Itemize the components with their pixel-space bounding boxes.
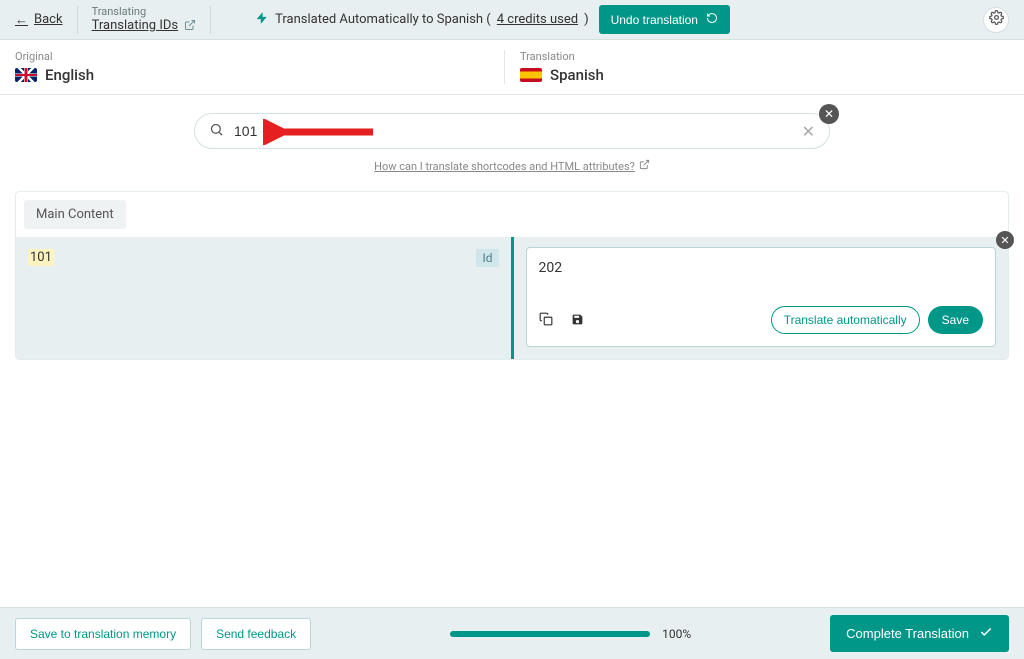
language-row: Original English Translation Spanish (0, 40, 1024, 95)
footer-bar: Save to translation memory Send feedback… (0, 607, 1024, 659)
title-main[interactable]: Translating IDs (92, 18, 197, 34)
clear-search-button[interactable]: ✕ (802, 122, 815, 141)
save-disk-icon[interactable] (571, 311, 584, 330)
translation-input[interactable]: 202 (539, 260, 984, 300)
check-icon (979, 625, 993, 642)
original-language-col: Original English (15, 50, 504, 84)
gear-icon (989, 10, 1004, 29)
divider (210, 6, 211, 34)
title-block: Translating Translating IDs (92, 5, 197, 34)
settings-button[interactable] (983, 7, 1009, 33)
search-box: ✕ ✕ (194, 113, 830, 149)
close-search-badge[interactable]: ✕ (819, 104, 839, 124)
translation-editor: 202 Translate automatically Save (526, 247, 997, 347)
section-main-content[interactable]: Main Content (24, 200, 126, 229)
undo-translation-button[interactable]: Undo translation (599, 5, 730, 34)
auto-text-prefix: Translated Automatically to Spanish ( (275, 12, 491, 27)
save-button[interactable]: Save (928, 306, 983, 334)
content-panel: Main Content 101 Id ✕ 202 (15, 191, 1009, 360)
original-label: Original (15, 50, 504, 63)
source-cell[interactable]: 101 Id (16, 237, 514, 359)
external-link-icon (184, 19, 196, 34)
back-label: Back (34, 12, 63, 27)
editor-actions: Translate automatically Save (539, 306, 984, 334)
search-area: ✕ ✕ How can I translate shortcodes and H… (0, 95, 1024, 181)
close-editor-button[interactable]: ✕ (996, 231, 1014, 249)
undo-icon (706, 12, 718, 27)
external-link-icon (639, 159, 650, 173)
translation-lang-text: Spanish (550, 66, 604, 84)
flag-uk-icon (15, 68, 37, 82)
top-header: ← Back Translating Translating IDs Trans… (0, 0, 1024, 40)
translation-row: 101 Id ✕ 202 Translate auto (16, 237, 1008, 359)
progress-label: 100% (662, 627, 691, 641)
copy-icon[interactable] (539, 311, 553, 330)
title-text: Translating IDs (92, 18, 179, 34)
translation-language-col: Translation Spanish (504, 50, 1009, 84)
bolt-icon (255, 11, 269, 29)
original-name: English (15, 66, 504, 84)
arrow-left-icon: ← (15, 12, 28, 28)
editor-right-buttons: Translate automatically Save (771, 306, 983, 334)
search-input[interactable] (234, 123, 792, 139)
title-subtitle: Translating (92, 5, 197, 18)
complete-translation-button[interactable]: Complete Translation (830, 615, 1009, 652)
divider (77, 6, 78, 34)
undo-label: Undo translation (611, 13, 698, 27)
search-icon (209, 122, 224, 141)
translate-automatically-button[interactable]: Translate automatically (771, 306, 920, 334)
translation-cell: ✕ 202 Translate automatically Save (514, 237, 1009, 359)
original-lang-text: English (45, 66, 94, 84)
help-text: How can I translate shortcodes and HTML … (374, 160, 635, 173)
editor-left-icons (539, 311, 584, 330)
auto-translate-status: Translated Automatically to Spanish ( 4 c… (255, 11, 588, 29)
help-shortcodes-link[interactable]: How can I translate shortcodes and HTML … (374, 159, 650, 173)
complete-label: Complete Translation (846, 626, 969, 641)
progress-indicator: 100% (321, 627, 820, 641)
progress-bar (450, 631, 650, 637)
type-badge: Id (476, 249, 498, 267)
flag-es-icon (520, 68, 542, 82)
translation-label: Translation (520, 50, 1009, 63)
auto-text-suffix: ) (584, 12, 589, 27)
credits-used-link[interactable]: 4 credits used (497, 12, 578, 27)
back-link[interactable]: ← Back (15, 12, 63, 28)
send-feedback-button[interactable]: Send feedback (201, 618, 311, 650)
source-text: 101 (28, 249, 54, 266)
save-to-memory-button[interactable]: Save to translation memory (15, 618, 191, 650)
translation-name: Spanish (520, 66, 1009, 84)
